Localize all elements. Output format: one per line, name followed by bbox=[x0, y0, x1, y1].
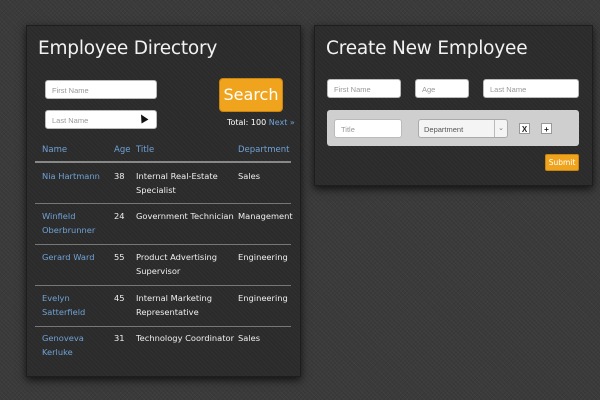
search-button[interactable]: Search bbox=[219, 78, 283, 112]
employee-title: Government Technician bbox=[136, 211, 234, 221]
employee-department: Engineering bbox=[238, 252, 288, 262]
title-field[interactable]: Title bbox=[334, 119, 402, 138]
employee-department: Sales bbox=[238, 171, 261, 181]
employee-title: Technology Coordinator bbox=[136, 333, 234, 343]
employee-name-link[interactable]: Nia Hartmann bbox=[42, 169, 112, 183]
employee-age: 24 bbox=[114, 211, 125, 221]
department-select-value: Department bbox=[424, 125, 464, 134]
employee-age: 45 bbox=[114, 293, 125, 303]
age-field[interactable]: Age bbox=[415, 79, 469, 98]
employee-directory-panel: Employee Directory First Name Last Name … bbox=[26, 25, 301, 377]
header-divider bbox=[35, 161, 291, 163]
employee-department: Engineering bbox=[238, 293, 288, 303]
last-name-field[interactable]: Last Name bbox=[483, 79, 579, 98]
employee-name-link[interactable]: Genoveva Kerluke bbox=[42, 331, 114, 359]
chevron-down-icon: ⌄ bbox=[494, 120, 507, 137]
employee-department: Management bbox=[238, 211, 293, 221]
employee-name-link[interactable]: Gerard Ward bbox=[42, 250, 112, 264]
employee-title: Internal Marketing Representative bbox=[136, 293, 212, 317]
employee-department: Sales bbox=[238, 333, 261, 343]
first-name-search-input[interactable]: First Name bbox=[45, 80, 157, 99]
column-header-age[interactable]: Age bbox=[114, 145, 130, 155]
row-divider bbox=[35, 203, 291, 204]
employee-age: 55 bbox=[114, 252, 125, 262]
create-title: Create New Employee bbox=[326, 38, 528, 59]
employee-age: 31 bbox=[114, 333, 125, 343]
column-header-name[interactable]: Name bbox=[42, 145, 67, 155]
employee-age: 38 bbox=[114, 171, 125, 181]
row-divider bbox=[35, 326, 291, 327]
next-page-link[interactable]: Next » bbox=[269, 118, 295, 127]
create-employee-panel: Create New Employee First Name Age Last … bbox=[314, 25, 593, 186]
column-header-department[interactable]: Department bbox=[238, 145, 289, 155]
pagination: Total: 100 Next » bbox=[227, 118, 295, 127]
directory-title: Employee Directory bbox=[38, 38, 218, 59]
employee-name-link[interactable]: Evelyn Satterfield bbox=[42, 291, 114, 319]
position-row: Title Department ⌄ X + bbox=[327, 110, 579, 146]
column-header-title[interactable]: Title bbox=[136, 145, 154, 155]
row-divider bbox=[35, 285, 291, 286]
remove-row-button[interactable]: X bbox=[519, 123, 530, 134]
row-divider bbox=[35, 244, 291, 245]
submit-button[interactable]: Submit bbox=[545, 154, 579, 171]
employee-title: Internal Real-Estate Specialist bbox=[136, 171, 218, 195]
first-name-field[interactable]: First Name bbox=[327, 79, 401, 98]
total-count: Total: 100 bbox=[227, 118, 267, 127]
add-row-button[interactable]: + bbox=[541, 123, 552, 134]
employee-title: Product Advertising Supervisor bbox=[136, 252, 218, 276]
department-select[interactable]: Department ⌄ bbox=[418, 119, 508, 138]
employee-name-link[interactable]: Winfield Oberbrunner bbox=[42, 209, 112, 237]
